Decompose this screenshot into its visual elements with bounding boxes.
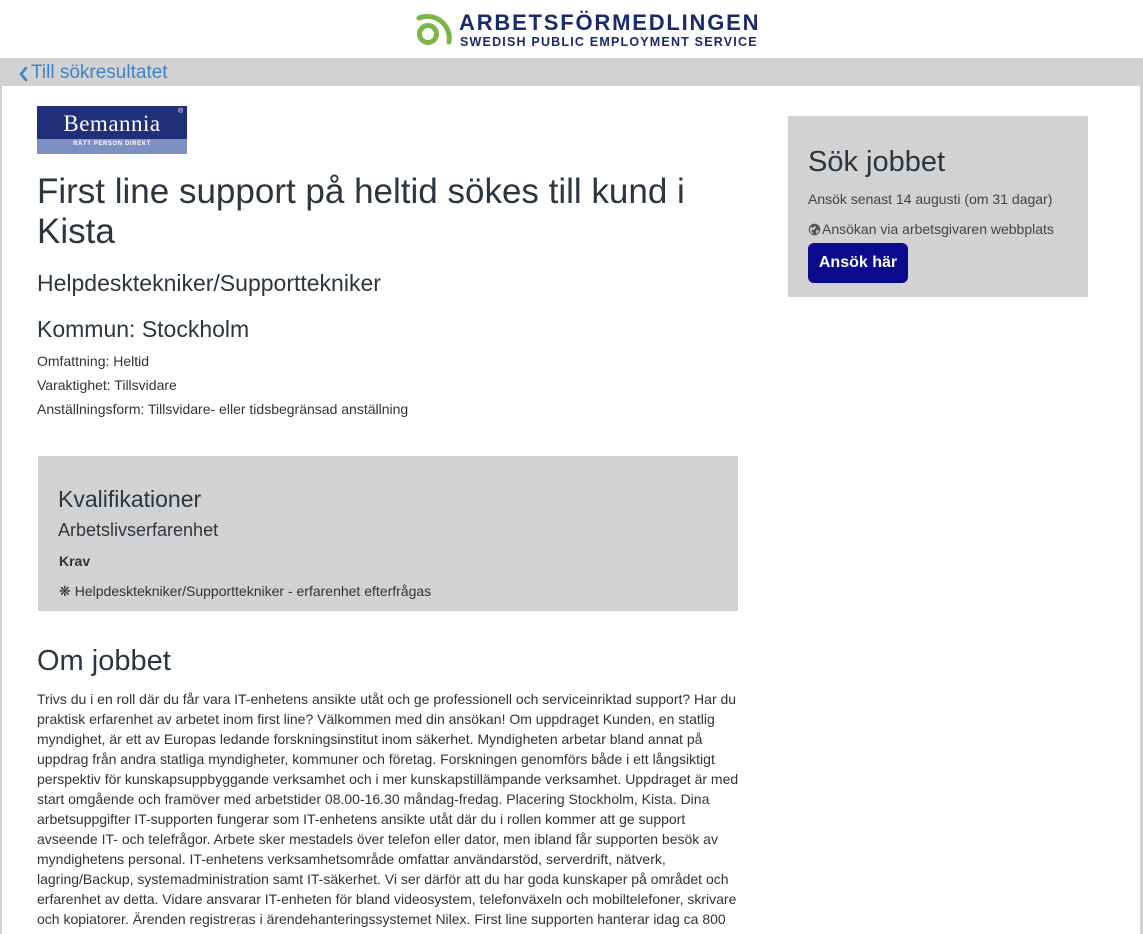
chevron-left-icon	[19, 66, 28, 82]
asterisk-bullet-icon: ❋	[59, 583, 71, 599]
qualifications-subtitle: Arbetslivserfarenhet	[58, 520, 219, 540]
qualifications-requirement-label: Krav	[59, 553, 91, 569]
arbetsformedlingen-logo[interactable]: ARBETSFÖRMEDLINGEN SWEDISH PUBLIC EMPLOY…	[413, 8, 758, 50]
apply-via: Ansökan via arbetsgivaren webbplats	[808, 221, 1054, 237]
arbetsformedlingen-logo-icon	[416, 13, 452, 45]
job-occupation: Helpdesktekniker/Supporttekniker	[37, 270, 381, 296]
back-to-results-link[interactable]: Till sökresultatet	[17, 62, 168, 84]
back-link-label: Till sökresultatet	[31, 62, 168, 83]
brand-tagline: SWEDISH PUBLIC EMPLOYMENT SERVICE	[460, 35, 758, 49]
apply-here-button[interactable]: Ansök här	[808, 243, 908, 283]
apply-panel: Sök jobbet Ansök senast 14 augusti (om 3…	[788, 116, 1088, 297]
back-navigation-bar: Till sökresultatet	[0, 58, 1143, 86]
qualification-item-text: Helpdesktekniker/Supporttekniker - erfar…	[74, 583, 432, 599]
about-job-body: Trivs du i en roll där du får vara IT-en…	[37, 691, 739, 927]
company-logo-name: Bemannia	[63, 111, 161, 136]
qualification-item: ❋ Helpdesktekniker/Supporttekniker - erfa…	[59, 583, 431, 600]
about-job-title: Om jobbet	[37, 645, 171, 677]
company-logo-registered: ®	[178, 108, 184, 115]
job-extent: Omfattning: Heltid	[37, 353, 150, 369]
globe-icon	[808, 223, 821, 235]
page-frame-left	[0, 86, 2, 934]
job-municipality: Kommun: Stockholm	[37, 316, 250, 342]
apply-title: Sök jobbet	[808, 146, 946, 178]
qualifications-panel: Kvalifikationer Arbetslivserfarenhet Kra…	[38, 456, 738, 611]
site-header: ARBETSFÖRMEDLINGEN SWEDISH PUBLIC EMPLOY…	[0, 0, 1143, 58]
job-employment-type: Anställningsform: Tillsvidare- eller tid…	[37, 401, 409, 417]
company-logo: Bemannia ® RÄTT PERSON DIREKT	[37, 106, 187, 154]
company-logo-tagline: RÄTT PERSON DIREKT	[73, 141, 151, 147]
apply-via-text: Ansökan via arbetsgivaren webbplats	[822, 221, 1054, 237]
qualifications-title: Kvalifikationer	[58, 486, 202, 512]
brand-name: ARBETSFÖRMEDLINGEN	[459, 10, 761, 35]
job-duration: Varaktighet: Tillsvidare	[37, 377, 177, 393]
job-title: First line support på heltid sökes till …	[37, 172, 685, 251]
apply-deadline: Ansök senast 14 augusti (om 31 dagar)	[808, 191, 1053, 207]
